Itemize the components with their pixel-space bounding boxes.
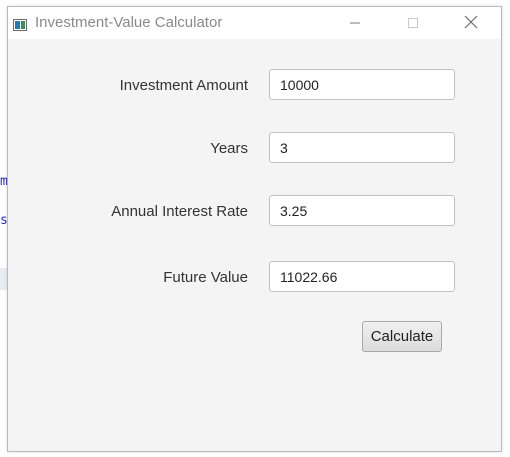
- future-value-label: Future Value: [163, 269, 248, 286]
- annual-interest-rate-input[interactable]: [269, 195, 455, 226]
- minimize-button[interactable]: [332, 7, 378, 39]
- future-value-input[interactable]: [269, 261, 455, 292]
- annual-interest-rate-label: Annual Interest Rate: [111, 203, 248, 220]
- minimize-icon: [349, 14, 361, 33]
- maximize-icon: [407, 14, 419, 33]
- investment-amount-input[interactable]: [269, 69, 455, 100]
- calculate-button[interactable]: Calculate: [362, 321, 442, 352]
- maximize-button[interactable]: [390, 7, 436, 39]
- title-bar[interactable]: Investment-Value Calculator: [8, 7, 501, 39]
- investment-amount-label: Investment Amount: [119, 77, 248, 94]
- close-button[interactable]: [448, 7, 494, 39]
- calculator-window: Investment-Value Calculator Investment A…: [7, 6, 502, 452]
- close-icon: [464, 14, 478, 33]
- window-title: Investment-Value Calculator: [35, 14, 223, 31]
- years-label: Years: [210, 140, 248, 157]
- years-input[interactable]: [269, 132, 455, 163]
- app-window-icon: [13, 16, 27, 31]
